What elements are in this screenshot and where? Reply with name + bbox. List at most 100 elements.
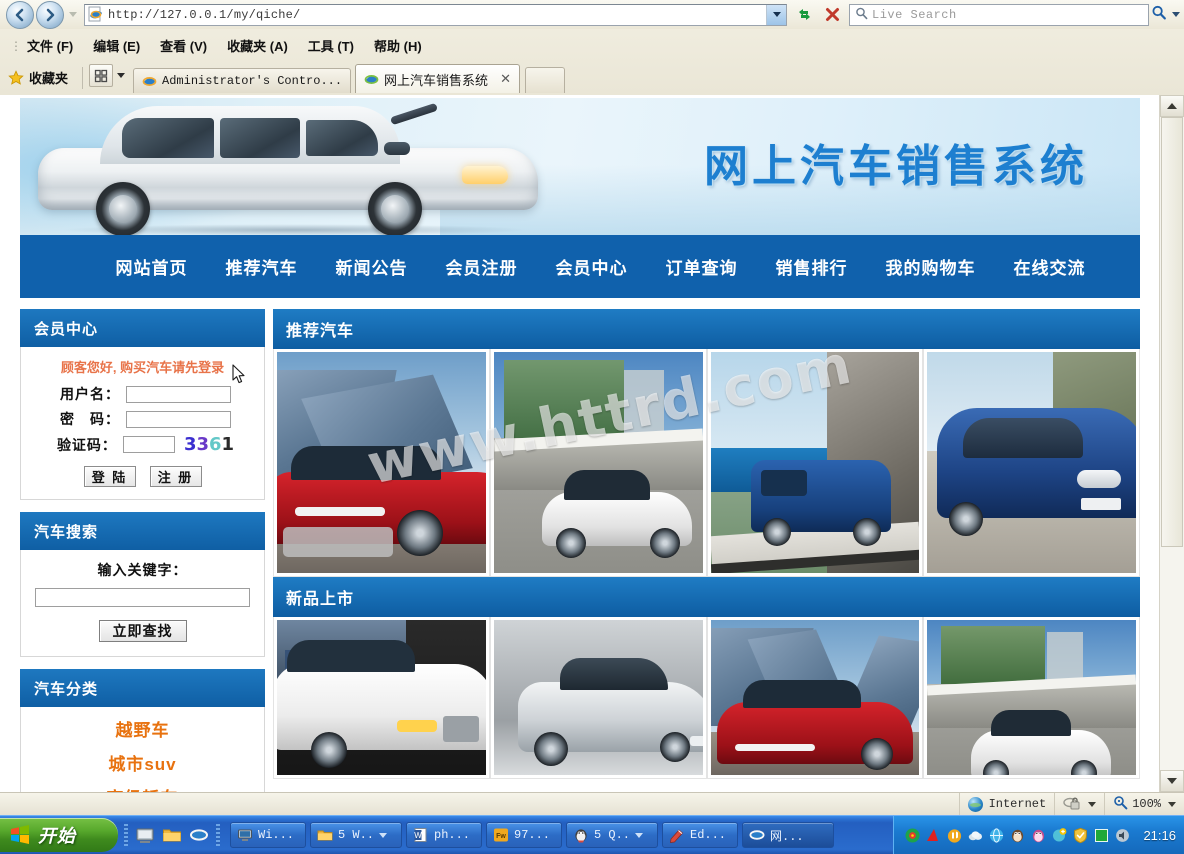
- search-go-group: [1151, 5, 1180, 24]
- tab-list-dropdown[interactable]: [113, 65, 129, 86]
- folder-icon[interactable]: [162, 825, 182, 845]
- favorites-bar-button[interactable]: 收藏夹: [0, 62, 76, 93]
- nav-item-sales-ranking[interactable]: 销售排行: [776, 254, 848, 279]
- task-button[interactable]: Wi...: [230, 822, 306, 848]
- menu-tools[interactable]: 工具 (T): [308, 36, 354, 55]
- new-tab-button[interactable]: [524, 67, 565, 93]
- task-button[interactable]: 5 Q..: [566, 822, 658, 848]
- media-icon[interactable]: [904, 827, 921, 844]
- car-card[interactable]: [923, 349, 1140, 577]
- task-button[interactable]: Ed...: [662, 822, 738, 848]
- keyword-input[interactable]: [35, 588, 250, 607]
- captcha-input[interactable]: [122, 436, 175, 453]
- quick-launch-grip[interactable]: [124, 824, 128, 846]
- qq-icon[interactable]: [1009, 827, 1026, 844]
- nav-item-member-center[interactable]: 会员中心: [556, 254, 628, 279]
- password-input[interactable]: [126, 410, 231, 428]
- page-scrollbar[interactable]: [1159, 95, 1184, 792]
- task-button[interactable]: W ph...: [406, 822, 482, 848]
- category-item-luxury-sedan[interactable]: 高级轿车: [21, 784, 264, 792]
- security-zone[interactable]: Internet: [958, 792, 1055, 816]
- car-card[interactable]: [706, 349, 924, 577]
- task-label: Wi...: [258, 828, 295, 842]
- username-input[interactable]: [126, 385, 231, 403]
- car-card[interactable]: [489, 617, 707, 779]
- refresh-button[interactable]: [791, 2, 817, 28]
- scrollbar-thumb[interactable]: [1161, 117, 1183, 547]
- captcha-image[interactable]: 3361: [184, 434, 234, 455]
- stop-button[interactable]: [819, 2, 845, 28]
- zoom-level: 100%: [1132, 797, 1161, 811]
- scrollbar-track[interactable]: [1160, 117, 1184, 770]
- kugou-icon[interactable]: [946, 827, 963, 844]
- browser-chrome: http://127.0.0.1/my/qiche/ Live Search ⋮…: [0, 0, 1184, 95]
- close-icon[interactable]: ✕: [500, 71, 511, 87]
- search-input[interactable]: Live Search: [849, 3, 1149, 26]
- car-photo-red-sports: [710, 620, 920, 775]
- category-item-offroad[interactable]: 越野车: [21, 716, 264, 741]
- quick-tabs-button[interactable]: [89, 64, 114, 87]
- menu-view[interactable]: 查看 (V): [160, 36, 207, 55]
- menu-favorites[interactable]: 收藏夹 (A): [227, 36, 288, 55]
- nav-item-home[interactable]: 网站首页: [116, 254, 188, 279]
- url-input[interactable]: http://127.0.0.1/my/qiche/: [84, 3, 787, 26]
- nav-item-shopping-cart[interactable]: 我的购物车: [886, 254, 976, 279]
- member-center-body: 顾客您好, 购买汽车请先登录 用户名： 密 码： 验证码： 3361 登 陆 注…: [20, 347, 265, 500]
- tab-admin-control[interactable]: Administrator's Contro...: [133, 68, 352, 93]
- task-list: Wi... 5 W.. W ph... Fw 97... 5 Q.. Ed...…: [226, 822, 893, 848]
- qq-pink-icon[interactable]: [1030, 827, 1047, 844]
- car-card[interactable]: [489, 349, 707, 577]
- menu-help[interactable]: 帮助 (H): [374, 36, 422, 55]
- taskbar-grip[interactable]: [216, 824, 220, 846]
- nvidia-icon[interactable]: [925, 827, 942, 844]
- start-button[interactable]: 开始: [0, 818, 118, 852]
- forward-button[interactable]: [36, 0, 64, 29]
- search-placeholder: Live Search: [872, 7, 957, 22]
- shield-icon[interactable]: [1072, 827, 1089, 844]
- editplus-icon: [669, 827, 685, 843]
- car-card[interactable]: [706, 617, 924, 779]
- task-button[interactable]: Fw 97...: [486, 822, 562, 848]
- category-item-city-suv[interactable]: 城市suv: [21, 750, 264, 775]
- menu-edit[interactable]: 编辑 (E): [93, 36, 140, 55]
- protected-mode[interactable]: [1054, 792, 1104, 816]
- find-now-button[interactable]: 立即查找: [98, 620, 187, 642]
- tab-car-sales-system[interactable]: 网上汽车销售系统 ✕: [355, 64, 520, 93]
- car-card[interactable]: [273, 617, 490, 779]
- nav-item-recommended-cars[interactable]: 推荐汽车: [226, 254, 298, 279]
- chevron-down-icon[interactable]: [1088, 801, 1097, 807]
- search-provider-dropdown[interactable]: [1172, 12, 1180, 17]
- zoom-control[interactable]: 100%: [1104, 792, 1184, 816]
- captcha-row: 验证码： 3361: [21, 434, 264, 455]
- antivirus-icon[interactable]: [1051, 827, 1068, 844]
- show-desktop-icon[interactable]: [135, 825, 155, 845]
- url-dropdown-button[interactable]: [766, 4, 786, 25]
- green-square-icon[interactable]: [1093, 827, 1110, 844]
- scroll-up-button[interactable]: [1160, 95, 1184, 117]
- clock[interactable]: 21:16: [1143, 828, 1176, 843]
- task-button[interactable]: 5 W..: [310, 822, 402, 848]
- nav-item-order-query[interactable]: 订单查询: [666, 254, 738, 279]
- nav-item-online-chat[interactable]: 在线交流: [1014, 254, 1086, 279]
- chevron-down-icon[interactable]: [635, 832, 644, 838]
- chevron-down-icon[interactable]: [1168, 801, 1176, 807]
- ie-icon[interactable]: [189, 825, 209, 845]
- register-button[interactable]: 注 册: [149, 466, 202, 487]
- globe-blue-icon[interactable]: [988, 827, 1005, 844]
- recent-pages-dropdown[interactable]: [66, 5, 80, 25]
- back-button[interactable]: [6, 0, 34, 29]
- windows-logo-icon: [9, 824, 31, 846]
- car-card[interactable]: [273, 349, 490, 577]
- nav-item-register[interactable]: 会员注册: [446, 254, 518, 279]
- task-button-active[interactable]: 网...: [742, 822, 834, 848]
- nav-item-news[interactable]: 新闻公告: [336, 254, 408, 279]
- scroll-down-button[interactable]: [1160, 770, 1184, 792]
- chevron-down-icon[interactable]: [379, 832, 388, 838]
- menu-file[interactable]: 文件 (F): [27, 36, 73, 55]
- keyword-label: 输入关键字：: [97, 562, 188, 578]
- cloud-icon[interactable]: [967, 827, 984, 844]
- volume-icon[interactable]: [1114, 827, 1131, 844]
- login-button[interactable]: 登 陆: [83, 466, 136, 487]
- car-card[interactable]: [923, 617, 1140, 779]
- search-go-icon[interactable]: [1151, 5, 1167, 24]
